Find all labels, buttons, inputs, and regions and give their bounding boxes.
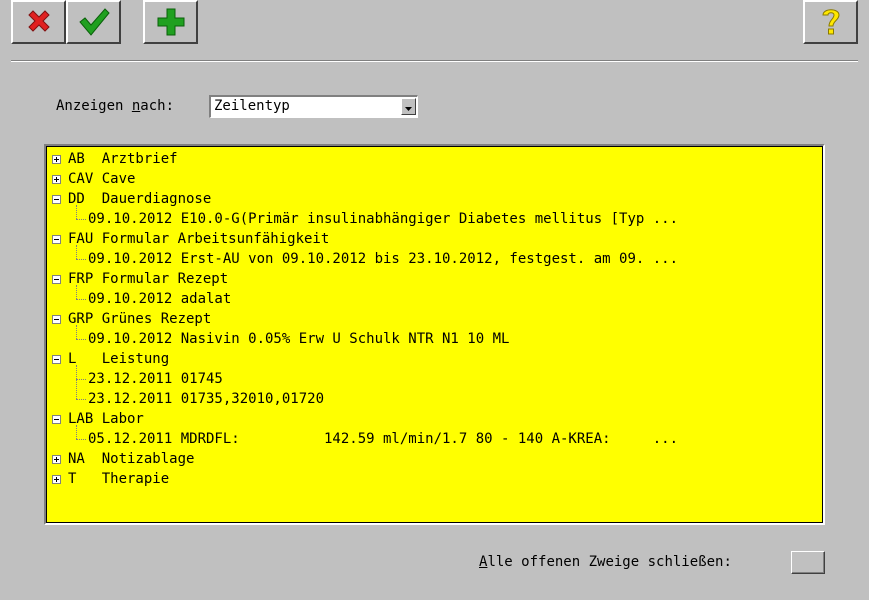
tree-connector [76,439,86,440]
tree-node[interactable]: LAB Labor [46,409,823,429]
expand-toggle-icon[interactable] [52,175,61,184]
chevron-down-icon [405,99,412,115]
collapse-all-button[interactable] [791,551,825,574]
tree-connector [76,365,77,399]
tree-node[interactable]: FAU Formular Arbeitsunfähigkeit [46,229,823,249]
tree-node-label: AB Arztbrief [68,151,178,167]
tree-connector [76,299,86,300]
yellow-question-icon [816,5,846,39]
tree-child-entry[interactable]: 09.10.2012 Erst-AU von 09.10.2012 bis 23… [46,249,823,269]
tree-connector [76,205,77,219]
tree-child-entry[interactable]: 09.10.2012 Nasivin 0.05% Erw U Schulk NT… [46,329,823,349]
collapse-all-label: Alle offenen Zweige schließen: [479,552,732,572]
collapse-toggle-icon[interactable] [52,355,61,364]
display-by-label-text: Anzeigen [56,98,132,114]
tree-child-entry[interactable]: 09.10.2012 E10.0-G(Primär insulinabhängi… [46,209,823,229]
tree-connector [76,285,77,299]
display-by-label-rest: ach: [140,98,175,114]
collapse-toggle-icon[interactable] [52,235,61,244]
ok-button[interactable] [66,0,121,44]
tree-connector [76,325,77,339]
tree-node-label: LAB Labor [68,411,144,427]
tree-node[interactable]: AB Arztbrief [46,149,823,169]
expand-toggle-icon[interactable] [52,475,61,484]
expand-toggle-icon[interactable] [52,155,61,164]
tree-child-label: 05.12.2011 MDRDFL: 142.59 ml/min/1.7 80 … [88,431,679,447]
green-check-icon [77,5,111,39]
collapse-toggle-icon[interactable] [52,415,61,424]
tree-node-label: GRP Grünes Rezept [68,311,212,327]
tree-node[interactable]: CAV Cave [46,169,823,189]
tree-child-entry[interactable]: 23.12.2011 01735,32010,01720 [46,389,823,409]
tree-node-label: CAV Cave [68,171,136,187]
cancel-button[interactable] [11,0,66,44]
tree-node-label: L Leistung [68,351,170,367]
display-by-select[interactable]: Zeilentyp [209,95,418,118]
tree-node-label: FAU Formular Arbeitsunfähigkeit [68,231,330,247]
add-button[interactable] [143,0,198,44]
tree-node[interactable]: T Therapie [46,469,823,489]
tree-child-label: 09.10.2012 adalat [88,291,232,307]
dropdown-arrow-button[interactable] [401,98,416,115]
tree-node[interactable]: DD Dauerdiagnose [46,189,823,209]
tree-connector [76,245,77,259]
tree-node[interactable]: NA Notizablage [46,449,823,469]
tree-connector [76,399,86,400]
tree-node-label: DD Dauerdiagnose [68,191,212,207]
tree-child-label: 09.10.2012 E10.0-G(Primär insulinabhängi… [88,211,679,227]
tree-connector [76,259,86,260]
tree-node-label: T Therapie [68,471,170,487]
collapse-all-label-rest: lle offenen Zweige schließen: [487,554,732,570]
entry-tree[interactable]: AB Arztbrief CAV Cave DD Dauerdiagnose 09.1… [44,144,825,525]
tree-child-entry[interactable]: 23.12.2011 01745 [46,369,823,389]
green-plus-icon [155,6,187,38]
collapse-toggle-icon[interactable] [52,315,61,324]
tree-connector [76,425,77,439]
collapse-toggle-icon[interactable] [52,275,61,284]
toolbar-separator [11,60,858,62]
tree-child-entry[interactable]: 09.10.2012 adalat [46,289,823,309]
tree-node[interactable]: GRP Grünes Rezept [46,309,823,329]
tree-node[interactable]: L Leistung [46,349,823,369]
tree-connector [76,339,86,340]
expand-toggle-icon[interactable] [52,455,61,464]
tree-node[interactable]: FRP Formular Rezept [46,269,823,289]
display-by-label: Anzeigen nach: [56,96,174,116]
display-by-select-value: Zeilentyp [214,98,290,114]
tree-child-label: 23.12.2011 01735,32010,01720 [88,391,325,407]
tree-node-label: NA Notizablage [68,451,195,467]
tree-child-label: 09.10.2012 Nasivin 0.05% Erw U Schulk NT… [88,331,510,347]
tree-node-label: FRP Formular Rezept [68,271,229,287]
tree-connector [76,379,86,380]
collapse-toggle-icon[interactable] [52,195,61,204]
tree-connector [76,219,86,220]
tree-child-entry[interactable]: 05.12.2011 MDRDFL: 142.59 ml/min/1.7 80 … [46,429,823,449]
tree-child-label: 09.10.2012 Erst-AU von 09.10.2012 bis 23… [88,251,679,267]
red-x-icon [24,7,54,37]
help-button[interactable] [803,0,858,44]
tree-child-label: 23.12.2011 01745 [88,371,223,387]
